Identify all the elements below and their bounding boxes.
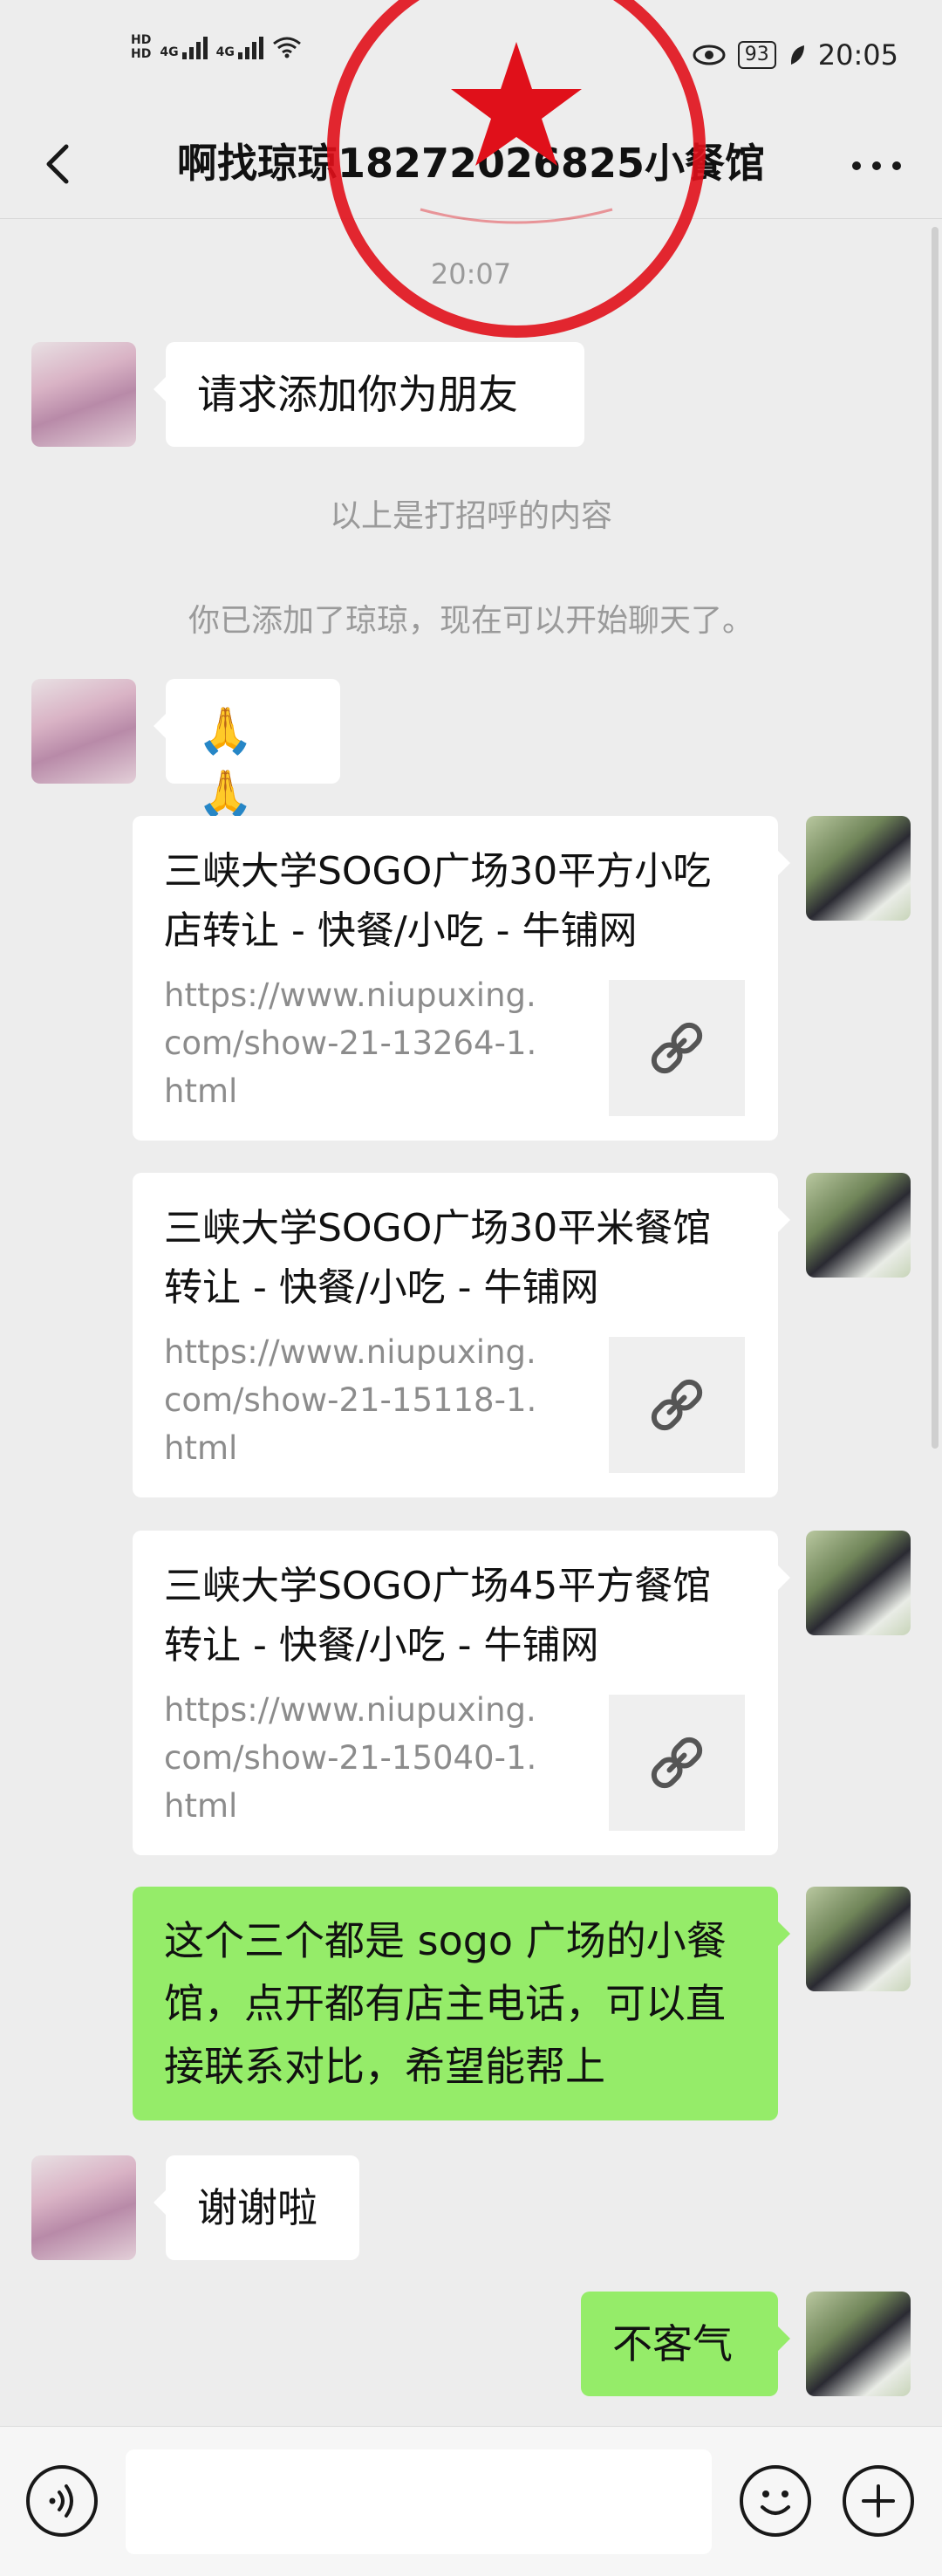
chevron-left-icon — [46, 144, 69, 184]
more-dots-icon — [852, 161, 901, 170]
message-input[interactable] — [126, 2449, 712, 2554]
time-label: 20:07 — [430, 257, 512, 291]
system-note-greeting: 以上是打招呼的内容 — [329, 498, 612, 534]
network-type-label: 4G — [215, 45, 235, 59]
network-type-label: 4G — [160, 45, 179, 59]
contact-avatar[interactable] — [31, 679, 136, 784]
smiley-icon — [761, 2490, 790, 2515]
hd-label-1: HD — [131, 33, 152, 47]
contact-avatar[interactable] — [31, 2155, 136, 2260]
link-thumbnail — [609, 980, 745, 1116]
hd-label-2: HD — [131, 47, 152, 61]
status-bar: HD HD 4G 4G 93 20:05 — [0, 0, 942, 113]
back-button[interactable] — [33, 138, 85, 190]
my-avatar[interactable] — [806, 2292, 911, 2396]
my-avatar[interactable] — [806, 816, 911, 921]
incoming-text-message[interactable]: 谢谢啦 — [154, 2155, 359, 2260]
my-avatar[interactable] — [806, 1531, 911, 1635]
link-card-title: 三峡大学SOGO广场30平方小吃店转让 - 快餐/小吃 - 牛铺网 — [164, 849, 712, 953]
link-icon — [651, 1379, 703, 1431]
link-card-url: https://www.niupuxing.com/show-21-13264-… — [164, 976, 537, 1110]
status-left: HD HD 4G 4G — [131, 33, 302, 61]
battery-icon: 93 — [737, 41, 776, 69]
voice-button[interactable] — [26, 2465, 98, 2537]
status-right: 93 20:05 — [693, 38, 898, 72]
link-icon — [651, 1737, 703, 1789]
link-card[interactable]: 三峡大学SOGO广场30平米餐馆转让 - 快餐/小吃 - 牛铺网 https:/… — [133, 1173, 790, 1497]
emoji-message[interactable]: 🙏🙏 — [154, 679, 340, 820]
chat-title: 啊找琼琼18272026825小餐馆 — [176, 140, 766, 187]
input-bar — [0, 2426, 942, 2576]
link-card-url: https://www.niupuxing.com/show-21-15118-… — [164, 1333, 537, 1467]
more-button[interactable] — [846, 140, 907, 192]
plus-icon — [862, 2484, 895, 2518]
signal-icon-2: 4G — [216, 35, 263, 59]
voice-icon — [49, 2484, 73, 2518]
eye-icon — [693, 45, 726, 65]
outgoing-text-message[interactable]: 不客气 — [581, 2292, 790, 2396]
link-card-title: 三峡大学SOGO广场45平方餐馆转让 - 快餐/小吃 - 牛铺网 — [164, 1564, 712, 1668]
more-functions-button[interactable] — [843, 2465, 914, 2537]
my-avatar[interactable] — [806, 1887, 911, 1991]
leaf-icon — [790, 45, 804, 65]
link-thumbnail — [609, 1695, 745, 1831]
scrollbar[interactable] — [932, 227, 939, 1449]
link-card[interactable]: 三峡大学SOGO广场45平方餐馆转让 - 快餐/小吃 - 牛铺网 https:/… — [133, 1531, 790, 1855]
friend-request-message[interactable]: 请求添加你为朋友 — [154, 342, 584, 447]
system-note-added: 你已添加了琼琼，现在可以开始聊天了。 — [188, 603, 754, 639]
clock: 20:05 — [817, 38, 898, 72]
contact-avatar[interactable] — [31, 342, 136, 447]
link-card-title: 三峡大学SOGO广场30平米餐馆转让 - 快餐/小吃 - 牛铺网 — [164, 1206, 712, 1310]
link-card[interactable]: 三峡大学SOGO广场30平方小吃店转让 - 快餐/小吃 - 牛铺网 https:… — [133, 816, 790, 1141]
outgoing-text-message[interactable]: 这个三个都是 sogo 广场的小餐馆，点开都有店主电话，可以直接联系对比，希望能… — [133, 1887, 790, 2120]
link-icon — [651, 1022, 703, 1074]
link-thumbnail — [609, 1337, 745, 1473]
link-card-url: https://www.niupuxing.com/show-21-15040-… — [164, 1691, 537, 1825]
hd-indicator: HD HD — [131, 33, 151, 61]
wifi-icon — [272, 37, 301, 58]
my-avatar[interactable] — [806, 1173, 911, 1278]
signal-icon-1: 4G — [160, 35, 208, 59]
emoji-button[interactable] — [740, 2465, 811, 2537]
chat-header: 啊找琼琼18272026825小餐馆 — [0, 113, 942, 219]
